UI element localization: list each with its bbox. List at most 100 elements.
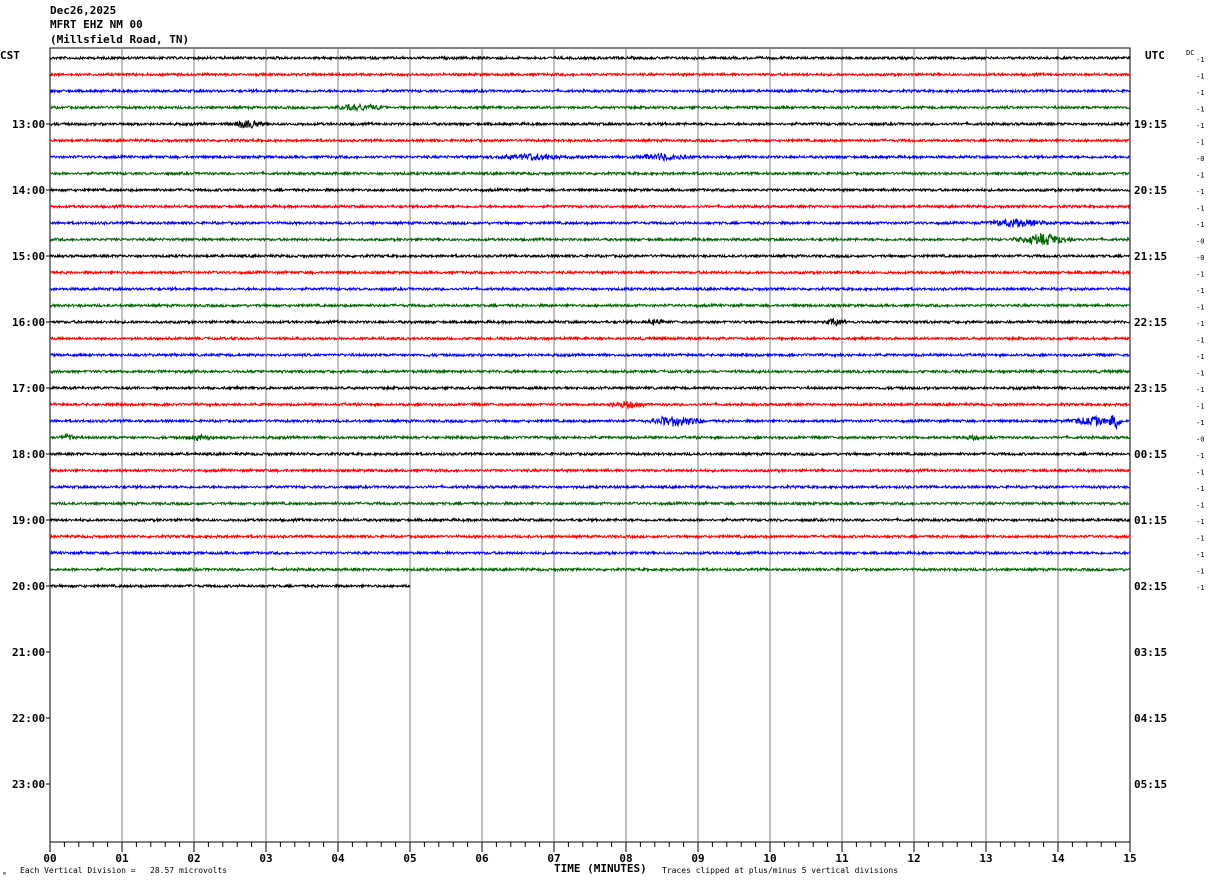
seismic-trace [49, 119, 1131, 130]
seismic-trace [49, 317, 1131, 327]
seismic-trace [49, 170, 1131, 177]
dc-offset-label: -1 [1196, 584, 1204, 592]
seismic-trace [49, 102, 1130, 113]
x-tick-label: 05 [403, 852, 416, 865]
seismic-trace [50, 87, 1131, 95]
dc-offset-label: -1 [1196, 386, 1204, 394]
x-tick-label: 13 [979, 852, 992, 865]
x-tick-label: 09 [691, 852, 704, 865]
seismic-trace [49, 351, 1131, 359]
seismic-trace [49, 54, 1131, 62]
dc-offset-label: -1 [1196, 188, 1204, 196]
seismic-trace [49, 186, 1131, 194]
dc-offset-label: -1 [1196, 320, 1204, 328]
helicorder-plot: 00 01 02 03 04 05 06 07 08 09 10 11 12 13 14 1513:0014:… [12, 47, 1204, 865]
dc-offset-label: -1 [1196, 73, 1204, 81]
dc-offset-label: -1 [1196, 403, 1204, 411]
seismic-trace [49, 203, 1131, 210]
dc-offset-label: -1 [1196, 106, 1204, 114]
dc-offset-label: -1 [1196, 122, 1204, 130]
right-hour-label: 20:15 [1134, 184, 1167, 197]
seismic-trace [49, 368, 1131, 375]
right-hour-label: 19:15 [1134, 118, 1167, 131]
x-tick-label: 10 [763, 852, 776, 865]
seismic-trace [49, 137, 1131, 144]
station-location: (Millsfield Road, TN) [50, 33, 190, 46]
seismic-trace [49, 269, 1130, 276]
right-hour-label: 21:15 [1134, 250, 1167, 263]
right-hour-label: 00:15 [1134, 448, 1167, 461]
dc-offset-label: -0 [1196, 238, 1204, 246]
seismic-trace [49, 516, 1131, 524]
seismic-trace [49, 566, 1131, 573]
x-tick-label: 03 [259, 852, 272, 865]
seismic-trace [49, 384, 1131, 392]
dc-offset-label: -1 [1196, 469, 1204, 477]
dc-offset-label: -1 [1196, 271, 1204, 279]
dc-offset-label: -1 [1196, 205, 1204, 213]
x-tick-label: 06 [475, 852, 489, 865]
seismic-trace [49, 302, 1131, 309]
dc-offset-label: -1 [1196, 139, 1204, 147]
dc-offset-label: -1 [1196, 287, 1204, 295]
right-hour-label: 05:15 [1134, 778, 1167, 791]
left-hour-label: 19:00 [12, 514, 45, 527]
seismic-trace [49, 335, 1131, 342]
vertical-scale-note: Each Vertical Division = 28.57 microvolt… [20, 866, 228, 875]
left-hour-label: 14:00 [12, 184, 45, 197]
x-tick-label: 00 [43, 852, 56, 865]
dc-offset-label: -1 [1196, 452, 1204, 460]
dc-offset-label: -1 [1196, 304, 1204, 312]
right-hour-label: 01:15 [1134, 514, 1167, 527]
left-hour-label: 18:00 [12, 448, 45, 461]
seismic-trace [49, 232, 1131, 246]
x-tick-label: 14 [1051, 852, 1065, 865]
seismic-trace [49, 218, 1131, 229]
right-hour-label: 23:15 [1134, 382, 1167, 395]
dc-offset-label: -1 [1196, 502, 1204, 510]
dc-offset-label: -1 [1196, 221, 1204, 229]
left-hour-label: 22:00 [12, 712, 45, 725]
dc-offset-label: -1 [1196, 419, 1204, 427]
corner-mark: ᵚ [2, 870, 7, 879]
dc-offset-label: -1 [1196, 337, 1204, 345]
plot-frame [49, 47, 1131, 843]
dc-offset-label: -0 [1196, 254, 1204, 262]
dc-offset-label: -1 [1196, 89, 1204, 97]
left-hour-label: 16:00 [12, 316, 45, 329]
seismic-trace [49, 500, 1131, 507]
left-hour-label: 17:00 [12, 382, 45, 395]
seismic-trace [49, 400, 1131, 410]
right-hour-label: 03:15 [1134, 646, 1167, 659]
dc-offset-label: -1 [1196, 551, 1204, 559]
dc-offset-label: -1 [1196, 370, 1204, 378]
x-tick-label: 12 [907, 852, 920, 865]
seismic-trace [49, 582, 411, 590]
seismic-trace [49, 483, 1131, 491]
record-date: Dec26,2025 [50, 4, 117, 17]
left-hour-label: 23:00 [12, 778, 45, 791]
seismic-trace [49, 252, 1131, 260]
seismic-trace [49, 285, 1131, 293]
dc-offset-label: -1 [1196, 485, 1204, 493]
x-tick-label: 02 [187, 852, 200, 865]
left-hour-label: 20:00 [12, 580, 45, 593]
seismic-trace [49, 450, 1131, 458]
seismic-trace [49, 549, 1131, 557]
dc-offset-label: -1 [1196, 56, 1204, 64]
x-tick-label: 11 [835, 852, 849, 865]
x-tick-label: 01 [115, 852, 129, 865]
right-hour-label: 04:15 [1134, 712, 1167, 725]
seismic-trace [49, 71, 1131, 78]
dc-label: DC [1186, 49, 1195, 57]
dc-offset-label: -0 [1196, 155, 1204, 163]
dc-offset-label: -1 [1196, 353, 1204, 361]
seismic-trace [49, 533, 1131, 540]
right-hour-label: 22:15 [1134, 316, 1167, 329]
right-timezone-label: UTC [1145, 49, 1165, 62]
seismic-trace [49, 152, 1131, 163]
dc-offset-label: -1 [1196, 568, 1204, 576]
seismic-trace [49, 414, 1131, 431]
seismic-trace [49, 432, 1131, 442]
left-hour-label: 13:00 [12, 118, 45, 131]
